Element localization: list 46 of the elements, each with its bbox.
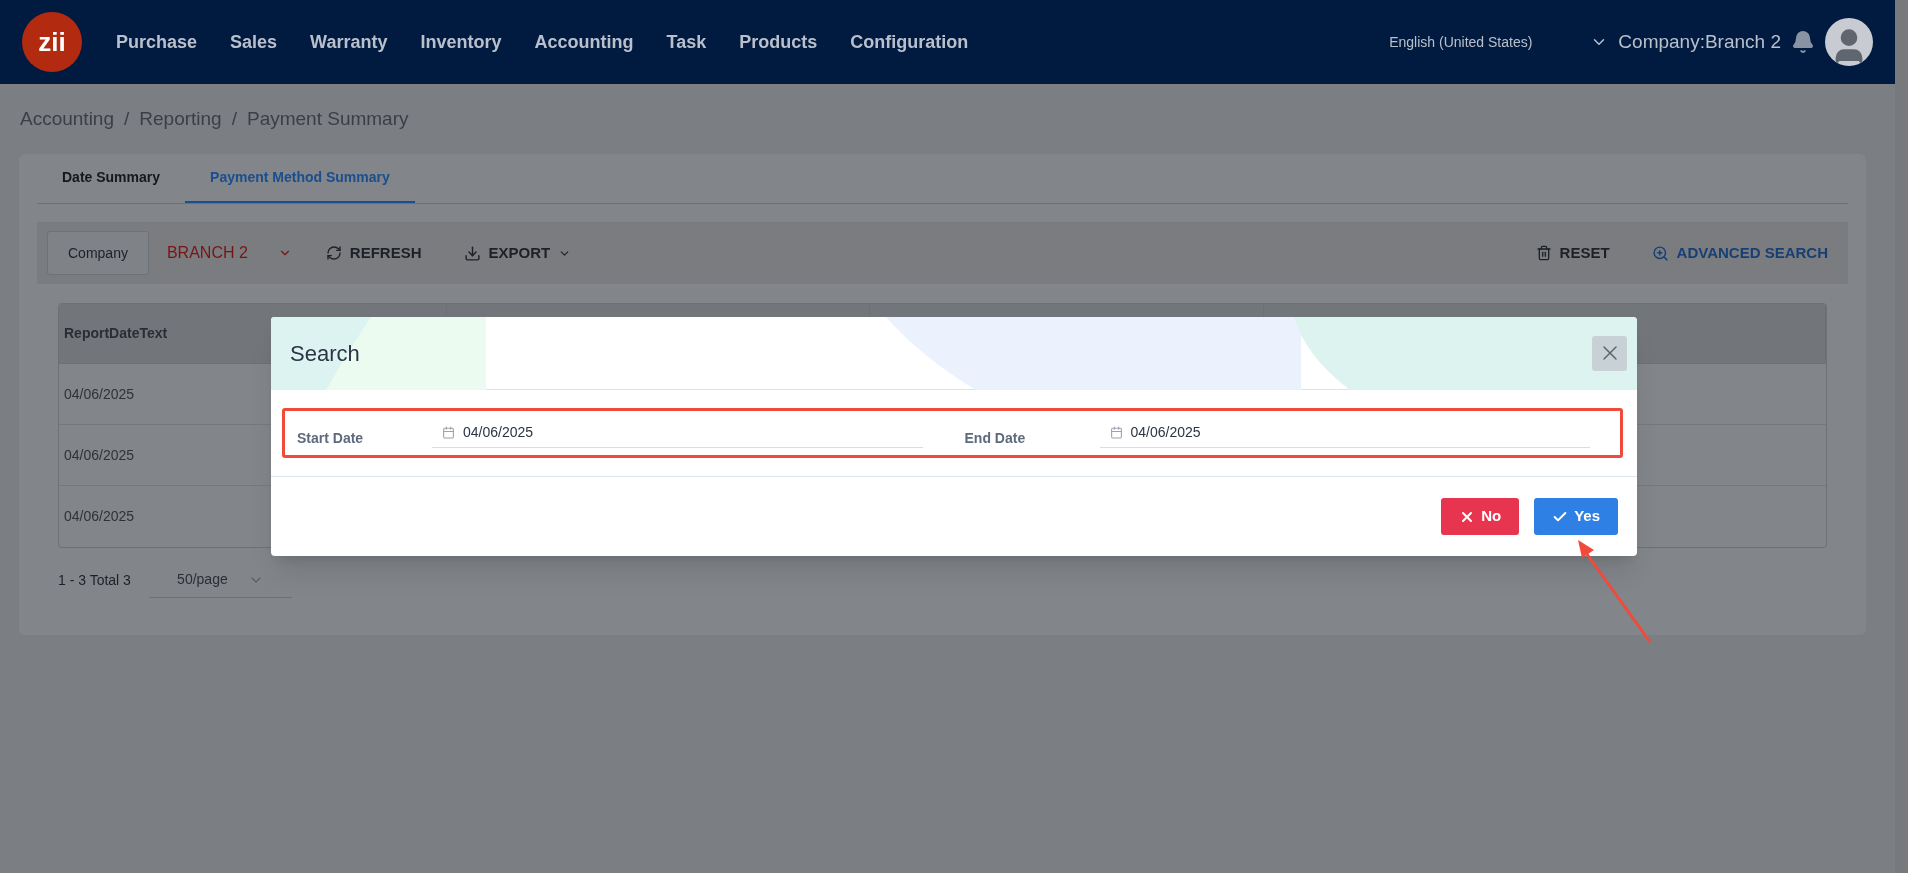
logo[interactable]: zii	[22, 12, 82, 72]
nav-link[interactable]: Sales	[230, 28, 278, 56]
nav-link[interactable]: Accounting	[534, 28, 634, 56]
nav-link[interactable]: Products	[739, 28, 818, 56]
bell-icon[interactable]	[1791, 30, 1815, 54]
advanced-search-button[interactable]: ADVANCED SEARCH	[1651, 241, 1828, 265]
dialog-title: Search	[290, 339, 360, 368]
calendar-icon	[1109, 426, 1123, 439]
company-button[interactable]: Company	[47, 231, 149, 275]
table-cell-text: 04/06/2025	[63, 507, 136, 526]
nav-link[interactable]: Task	[666, 28, 707, 56]
trash-icon	[1535, 245, 1552, 261]
calendar-icon	[442, 426, 455, 439]
breadcrumb-item[interactable]: Accounting	[20, 104, 114, 134]
pagination-summary: 1 - 3 Total 3	[58, 570, 131, 590]
nav-link[interactable]: Configuration	[850, 28, 969, 56]
field-label: End Date	[964, 428, 1027, 448]
refresh-button[interactable]: REFRESH	[325, 241, 422, 265]
yes-button[interactable]: Yes	[1534, 498, 1618, 535]
export-button[interactable]: EXPORT	[463, 241, 572, 265]
avatar[interactable]	[1825, 18, 1873, 66]
page-size-select[interactable]: 50/page	[148, 562, 292, 598]
breadcrumb-separator: /	[231, 106, 237, 131]
date-field[interactable]: 04/06/2025	[1099, 418, 1590, 448]
nav-link[interactable]: Warranty	[310, 28, 388, 56]
breadcrumb-separator: /	[124, 106, 130, 131]
breadcrumb-item: Payment Summary	[246, 106, 409, 131]
table-cell-text: 04/06/2025	[63, 445, 136, 465]
column-header: ReportDateText	[64, 324, 168, 343]
download-icon	[463, 244, 481, 262]
field-label: Start Date	[297, 428, 365, 448]
nav-link[interactable]: Purchase	[116, 28, 198, 56]
language-select[interactable]: English (United States)	[1389, 31, 1533, 53]
close-button[interactable]	[1592, 335, 1627, 371]
date-field[interactable]: 04/06/2025	[432, 418, 923, 448]
scrollbar[interactable]	[1895, 0, 1908, 873]
zoom-in-icon	[1651, 244, 1669, 262]
nav-link[interactable]: Inventory	[420, 28, 502, 56]
company-label: Company:Branch 2	[1618, 29, 1781, 54]
reset-button[interactable]: RESET	[1535, 241, 1610, 265]
tab[interactable]: Date Summary	[37, 153, 186, 203]
no-button[interactable]: No	[1441, 498, 1520, 535]
refresh-icon	[325, 245, 342, 261]
breadcrumb-item[interactable]: Reporting	[139, 104, 222, 134]
table-cell-text: 04/06/2025	[63, 384, 136, 404]
branch-select[interactable]: BRANCH 2	[166, 241, 248, 265]
